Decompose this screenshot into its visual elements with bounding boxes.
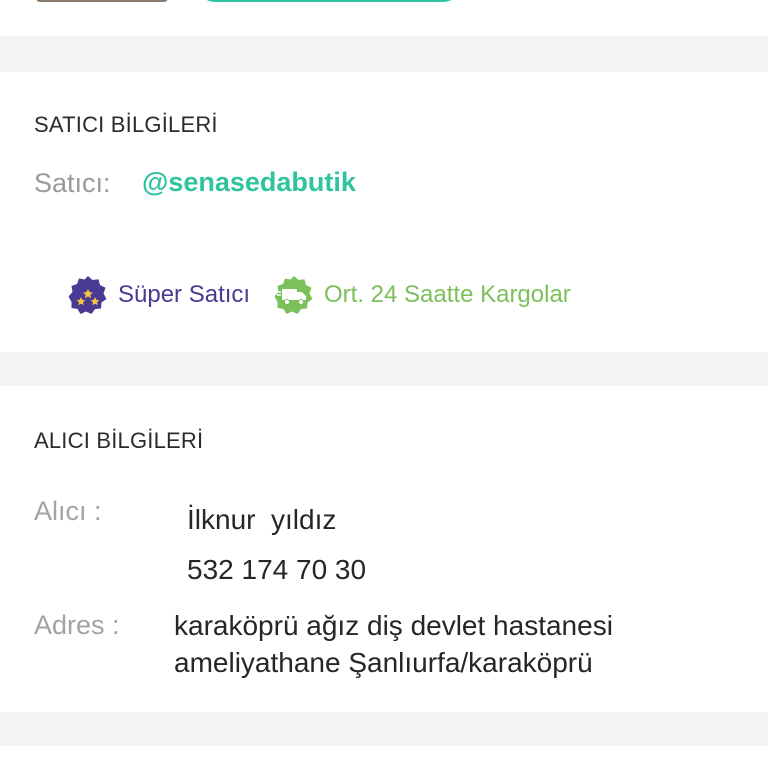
seller-info-card: SATICI BİLGİLERİ Satıcı: @senasedabutik … xyxy=(0,72,768,352)
seller-section-title: SATICI BİLGİLERİ xyxy=(34,112,218,137)
seller-handle-link[interactable]: @senasedabutik xyxy=(142,167,356,198)
fast-shipping-badge: Ort. 24 Saatte Kargolar xyxy=(274,275,571,315)
buyer-section-title: ALICI BİLGİLERİ xyxy=(34,428,204,453)
address-line-1: karaköprü ağız diş devlet hastanesi xyxy=(174,610,613,641)
top-action-button[interactable] xyxy=(200,0,458,2)
buyer-label: Alıcı : xyxy=(34,496,102,526)
buyer-name: İlknur yıldız xyxy=(187,504,337,535)
super-seller-label: Süper Satıcı xyxy=(118,281,251,308)
product-thumbnail[interactable] xyxy=(36,0,168,2)
star-medal-icon xyxy=(68,275,108,315)
buyer-phone: 532 174 70 30 xyxy=(187,554,367,585)
top-card xyxy=(0,0,768,36)
buyer-info-card: ALICI BİLGİLERİ Alıcı : İlknur yıldız 53… xyxy=(0,386,768,712)
next-card xyxy=(0,746,768,768)
address-line-2: ameliyathane Şanlıurfa/karaköprü xyxy=(174,647,593,678)
address-label: Adres : xyxy=(34,610,120,640)
seller-label: Satıcı: xyxy=(34,168,111,198)
delivery-truck-icon xyxy=(274,275,314,315)
super-seller-badge: Süper Satıcı xyxy=(68,275,250,315)
fast-shipping-label: Ort. 24 Saatte Kargolar xyxy=(324,281,571,308)
